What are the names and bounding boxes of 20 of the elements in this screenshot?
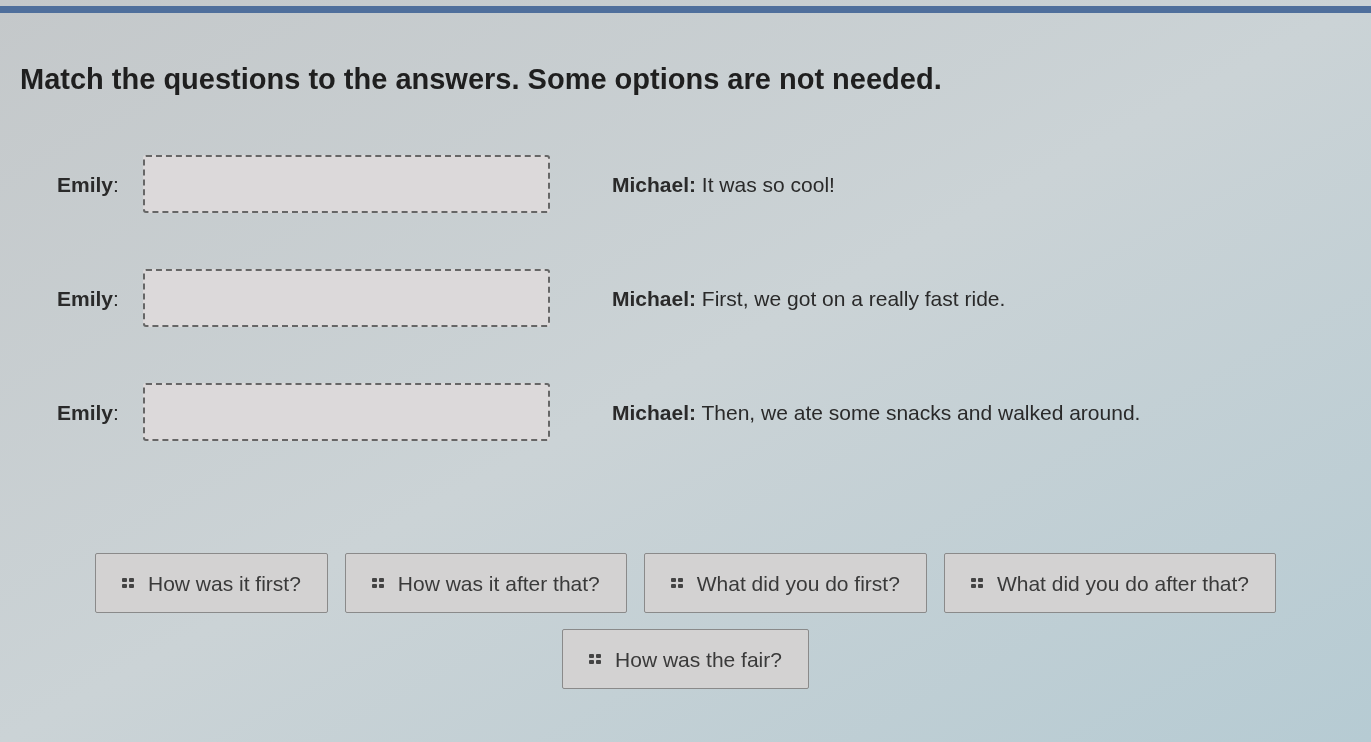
drag-handle-icon — [589, 654, 602, 665]
answer-option[interactable]: How was it after that? — [344, 553, 627, 614]
speaker-label: Emily: — [57, 171, 120, 198]
reply-text: Michael: Then, we ate some snacks and walked around. — [612, 399, 1141, 426]
answer-box[interactable] — [143, 155, 550, 214]
answer-box[interactable] — [143, 269, 550, 328]
reply-text: Michael: First, we got on a really fast ride. — [612, 285, 1006, 312]
reply-text: Michael: It was so cool! — [612, 171, 835, 198]
answer-option[interactable]: How was it first? — [94, 553, 328, 614]
drag-handle-icon — [371, 578, 384, 589]
drag-handle-icon — [121, 578, 134, 589]
speaker-label: Emily: — [57, 285, 120, 312]
drag-handle-icon — [970, 578, 983, 589]
answer-option[interactable]: How was the fair? — [562, 629, 809, 690]
answer-option[interactable]: What did you do after that? — [943, 553, 1277, 614]
drag-handle-icon — [670, 578, 683, 589]
instruction-heading: Match the questions to the answers. Some options are not needed. — [20, 62, 943, 97]
answer-option[interactable]: What did you do first? — [643, 553, 927, 614]
speaker-label: Emily: — [57, 399, 120, 426]
answer-box[interactable] — [143, 383, 550, 442]
